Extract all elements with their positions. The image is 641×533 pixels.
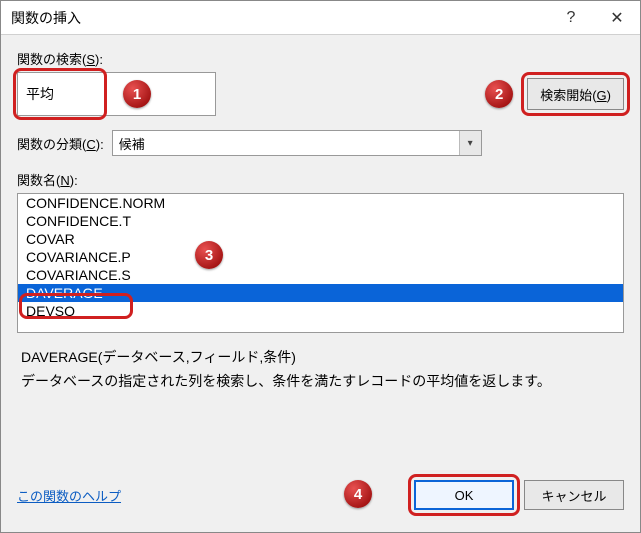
annotation-badge-4: 4 bbox=[344, 480, 372, 508]
ok-button[interactable]: OK bbox=[414, 480, 514, 510]
list-item[interactable]: COVARIANCE.S bbox=[18, 266, 623, 284]
function-listbox[interactable]: CONFIDENCE.NORMCONFIDENCE.TCOVARCOVARIAN… bbox=[17, 193, 624, 333]
list-item[interactable]: COVAR bbox=[18, 230, 623, 248]
function-signature: DAVERAGE(データベース,フィールド,条件) bbox=[21, 347, 620, 367]
help-icon[interactable]: ? bbox=[548, 1, 594, 35]
help-link[interactable]: この関数のヘルプ bbox=[17, 486, 121, 505]
list-item[interactable]: DAVERAGE bbox=[18, 284, 623, 302]
function-description: データベースの指定された列を検索し、条件を満たすレコードの平均値を返します。 bbox=[21, 371, 620, 391]
category-select[interactable] bbox=[112, 130, 482, 156]
list-item[interactable]: COVARIANCE.P bbox=[18, 248, 623, 266]
category-label: 関数の分類(C): bbox=[17, 134, 104, 153]
close-icon[interactable]: ✕ bbox=[594, 1, 640, 35]
dialog-title: 関数の挿入 bbox=[1, 8, 548, 28]
list-item[interactable]: CONFIDENCE.T bbox=[18, 212, 623, 230]
cancel-button[interactable]: キャンセル bbox=[524, 480, 624, 510]
list-item[interactable]: CONFIDENCE.NORM bbox=[18, 194, 623, 212]
function-name-label: 関数名(N): bbox=[17, 170, 624, 189]
list-item[interactable]: DEVSQ bbox=[18, 302, 623, 320]
search-input[interactable] bbox=[17, 72, 216, 116]
search-label: 関数の検索(S): bbox=[17, 49, 624, 68]
search-start-button[interactable]: 検索開始(G) bbox=[527, 78, 624, 110]
